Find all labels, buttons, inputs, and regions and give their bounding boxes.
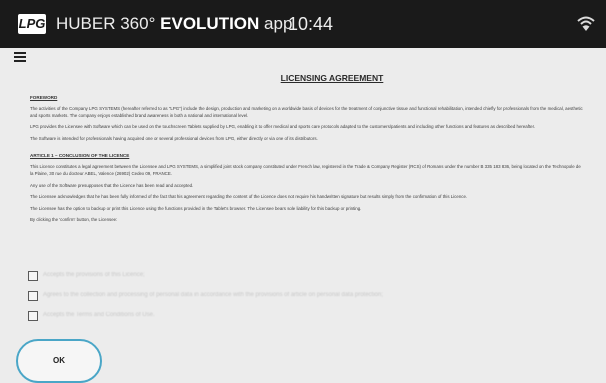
app-title-prefix: HUBER 360°	[56, 14, 156, 33]
accept-licence-label: Accepts the provisions of this Licence;	[43, 272, 145, 278]
accept-terms-checkbox[interactable]	[28, 311, 38, 321]
article-1-paragraph: The Licensee has the option to backup or…	[30, 205, 362, 211]
accept-terms-label: Accepts the Terms and Conditions of Use.	[43, 312, 155, 318]
consent-row-data[interactable]: Agrees to the collection and processing …	[28, 290, 568, 302]
accept-licence-checkbox[interactable]	[28, 271, 38, 281]
wifi-icon	[577, 16, 595, 31]
article-1-paragraph: The Licensee acknowledges that he has be…	[30, 194, 468, 200]
license-title: LICENSING AGREEMENT	[280, 73, 384, 83]
article-1-paragraph: Any use of the Software presupposes that…	[30, 182, 194, 188]
foreword-paragraph: LPG provides the Licensee with Software …	[30, 124, 536, 130]
consent-checkbox-list: Accepts the provisions of this Licence; …	[28, 270, 568, 330]
app-title: HUBER 360° EVOLUTION app	[56, 13, 292, 35]
top-app-bar: LPG HUBER 360° EVOLUTION app 10:44	[0, 0, 606, 48]
article-1-heading: ARTICLE 1 – CONCLUSION OF THE LICENCE	[30, 153, 130, 159]
foreword-paragraph: The activities of the Company LPG SYSTEM…	[30, 106, 583, 118]
ok-button-label: OK	[53, 356, 65, 365]
article-1-paragraph: This Licence constitutes a legal agreeme…	[30, 164, 581, 176]
app-title-bold: EVOLUTION	[160, 14, 260, 33]
status-clock: 10:44	[288, 14, 334, 34]
foreword-heading: FOREWORD	[30, 95, 58, 100]
hamburger-menu-icon[interactable]	[14, 51, 28, 65]
accept-data-label: Agrees to the collection and processing …	[43, 292, 383, 298]
ok-button[interactable]: OK	[16, 339, 102, 383]
consent-row-terms[interactable]: Accepts the Terms and Conditions of Use.	[28, 310, 568, 322]
accept-data-checkbox[interactable]	[28, 291, 38, 301]
consent-row-licence[interactable]: Accepts the provisions of this Licence;	[28, 270, 568, 282]
lpg-logo: LPG	[18, 14, 46, 34]
article-1-paragraph: By clicking the 'confirm' button, the Li…	[30, 217, 118, 223]
foreword-paragraph: The Software is intended for professiona…	[30, 135, 318, 141]
